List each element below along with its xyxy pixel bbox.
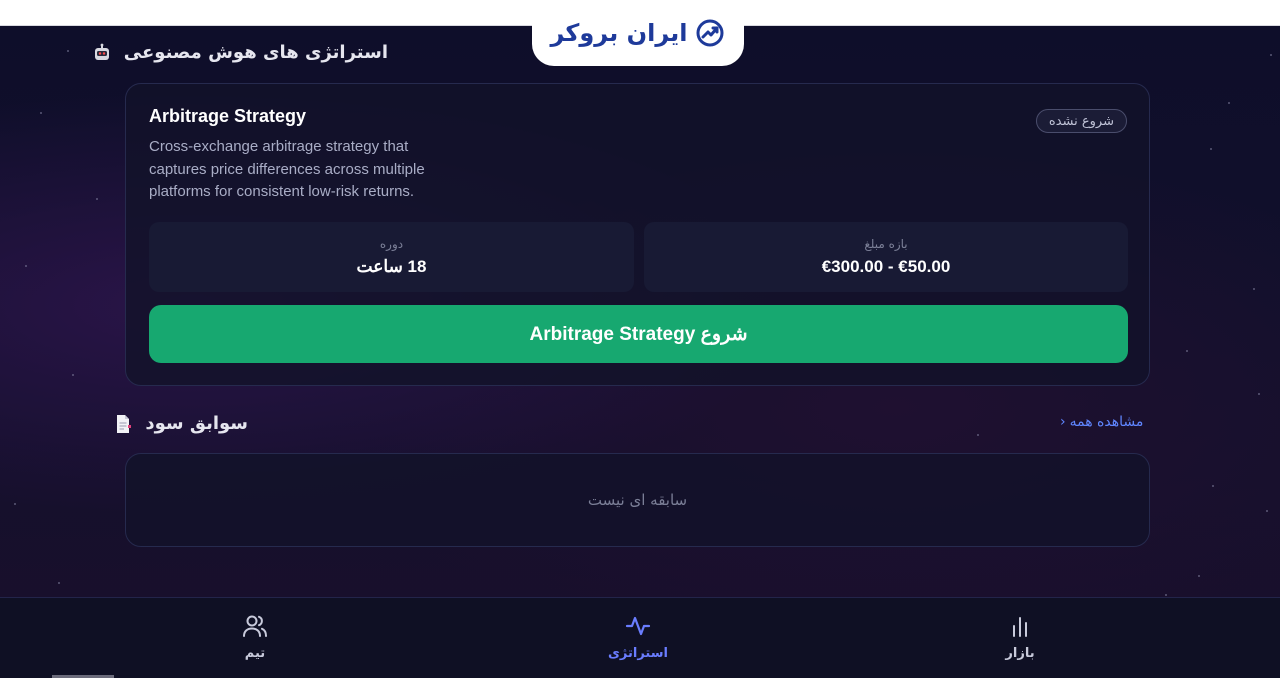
amount-range-stat: بازه مبلغ €50.00 - €300.00 (644, 222, 1128, 292)
profit-history-heading: سوابق سود (113, 413, 248, 434)
chevron-left-icon: ‹ (1060, 414, 1066, 430)
nav-strategy-label: استراتژی (608, 646, 668, 661)
ai-strategies-title: استراتژی های هوش مصنوعی (123, 42, 388, 63)
empty-history-text: سابقه ای نیست (587, 491, 688, 509)
bottom-navigation: بازار استراتژی تیم (0, 597, 1280, 678)
nav-market-label: بازار (1005, 646, 1035, 661)
amount-range-value: €50.00 - €300.00 (821, 257, 951, 276)
profit-history-title: سوابق سود (145, 413, 248, 434)
trend-up-icon (696, 19, 724, 47)
document-icon (113, 414, 133, 434)
nav-market[interactable]: بازار (960, 612, 1080, 661)
strategy-description: Cross-exchange arbitrage strategy that c… (149, 138, 425, 200)
ai-strategies-heading: استراتژی های هوش مصنوعی (92, 42, 388, 63)
nav-team-label: تیم (244, 646, 266, 661)
brand-name: ایران بروکر (550, 19, 688, 47)
nav-team[interactable]: تیم (195, 612, 315, 661)
duration-label: دوره (379, 237, 404, 251)
view-all-link[interactable]: مشاهده همه ‹ (1060, 414, 1143, 430)
activity-icon (625, 616, 651, 636)
amount-range-label: بازه مبلغ (864, 237, 908, 251)
start-strategy-button[interactable]: شروع Arbitrage Strategy (149, 305, 1128, 363)
duration-value: 18 ساعت (356, 257, 427, 276)
users-icon (243, 615, 267, 637)
nav-strategy[interactable]: استراتژی (578, 612, 698, 661)
view-all-label: مشاهده همه (1069, 414, 1144, 430)
status-badge: شروع نشده (1035, 109, 1127, 133)
strategy-card: Arbitrage Strategy Cross-exchange arbitr… (125, 83, 1150, 386)
profit-history-card: سابقه ای نیست (125, 453, 1150, 547)
bar-chart-icon (1013, 617, 1027, 637)
duration-stat: دوره 18 ساعت (149, 222, 634, 292)
strategy-name: Arbitrage Strategy (149, 106, 307, 126)
robot-icon (92, 43, 112, 63)
brand-logo[interactable]: ایران بروکر (532, 0, 744, 66)
